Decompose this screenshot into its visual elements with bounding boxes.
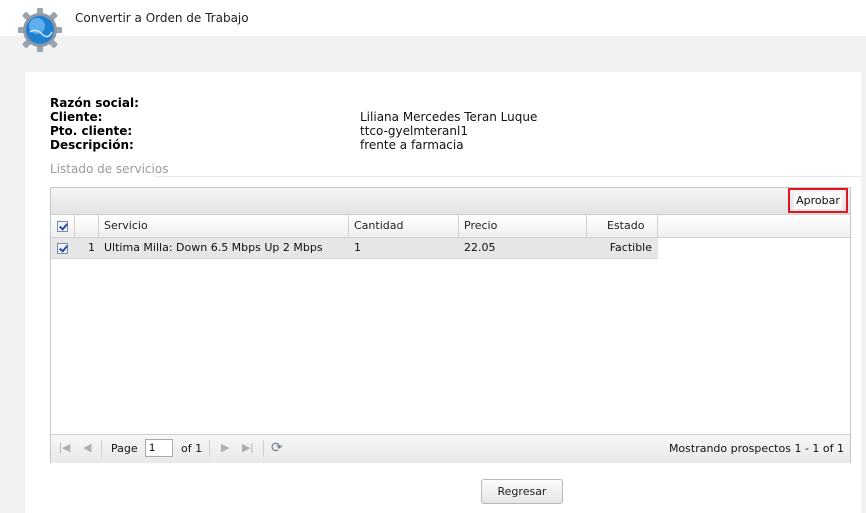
header-select-all-cell <box>51 215 75 237</box>
first-page-icon[interactable]: |◀ <box>59 441 70 454</box>
grid-pager: |◀ ◀ Page 1 of 1 ▶ ▶| ⟳ Mostrando prospe… <box>51 434 850 463</box>
descripcion-value: frente a farmacia <box>360 138 464 152</box>
row-number: 1 <box>88 241 95 254</box>
pager-separator <box>101 440 102 457</box>
cell-servicio: Ultima Milla: Down 6.5 Mbps Up 2 Mbps <box>104 241 323 254</box>
cell-precio: 22.05 <box>464 241 496 254</box>
column-header-estado[interactable]: Estado <box>587 215 658 237</box>
pto-cliente-label: Pto. cliente: <box>50 124 133 138</box>
section-divider <box>155 176 861 177</box>
cliente-value: Liliana Mercedes Teran Luque <box>360 110 538 124</box>
header-rownum-cell <box>75 215 99 237</box>
razon-social-label: Razón social: <box>50 96 139 110</box>
next-page-icon[interactable]: ▶ <box>221 441 229 454</box>
cell-cantidad: 1 <box>354 241 361 254</box>
refresh-icon[interactable]: ⟳ <box>271 439 283 456</box>
prev-page-icon[interactable]: ◀ <box>83 441 91 454</box>
column-header-precio[interactable]: Precio <box>459 215 587 237</box>
row-checkbox[interactable] <box>57 243 68 254</box>
column-header-cantidad[interactable]: Cantidad <box>349 215 459 237</box>
cliente-label: Cliente: <box>50 110 103 124</box>
last-page-icon[interactable]: ▶| <box>242 441 253 454</box>
aprobar-highlight <box>788 188 848 213</box>
pager-status: Mostrando prospectos 1 - 1 of 1 <box>668 442 844 455</box>
select-all-checkbox[interactable] <box>57 221 68 232</box>
regresar-button[interactable]: Regresar <box>481 479 563 504</box>
pto-cliente-value: ttco-gyelmteranl1 <box>360 124 468 138</box>
cell-estado: Factible <box>609 241 652 254</box>
services-grid: Aprobar Servicio Cantidad Precio Estado … <box>50 187 851 463</box>
row-select-cell <box>51 238 75 258</box>
page-label: Page <box>111 442 138 455</box>
page-of-label: of 1 <box>181 442 203 455</box>
grid-header: Servicio Cantidad Precio Estado <box>51 215 850 238</box>
page-number-input[interactable]: 1 <box>145 439 173 457</box>
descripcion-label: Descripción: <box>50 138 134 152</box>
gear-globe-icon <box>18 8 62 52</box>
section-title: Listado de servicios <box>50 162 169 176</box>
pager-separator <box>209 440 210 457</box>
grid-toolbar: Aprobar <box>51 188 850 215</box>
table-row[interactable]: 1 Ultima Milla: Down 6.5 Mbps Up 2 Mbps … <box>51 238 658 259</box>
pager-separator <box>263 440 264 457</box>
column-header-servicio[interactable]: Servicio <box>99 215 349 237</box>
page-title: Convertir a Orden de Trabajo <box>75 11 249 25</box>
